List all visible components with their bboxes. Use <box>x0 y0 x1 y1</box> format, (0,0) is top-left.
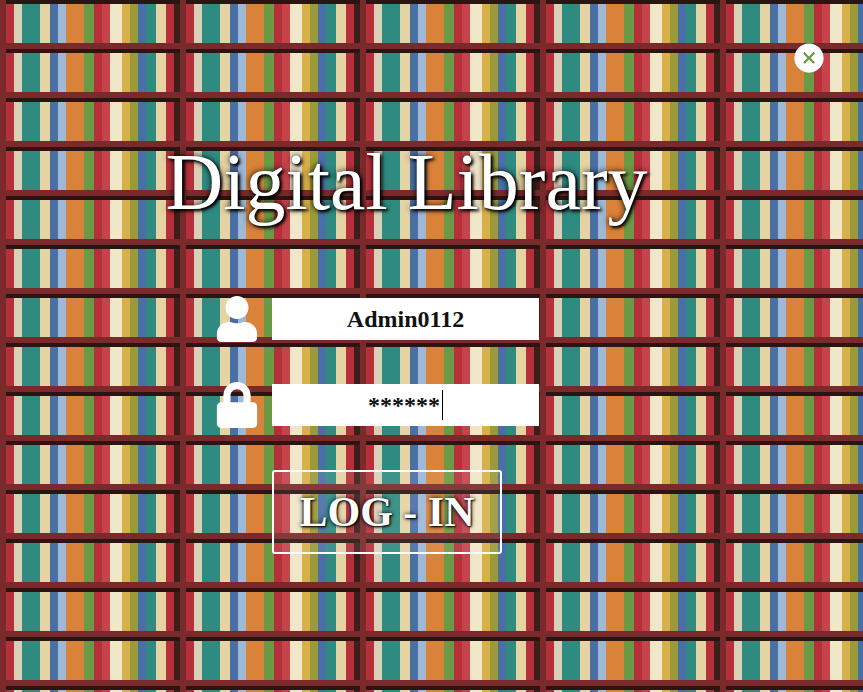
password-row: ****** <box>212 380 539 430</box>
login-button[interactable]: LOG - IN <box>272 470 502 554</box>
app-title: Digital Library <box>0 140 813 224</box>
lock-icon <box>212 380 262 430</box>
username-field[interactable]: Admin0112 <box>272 298 539 340</box>
user-icon <box>212 294 262 344</box>
username-row: Admin0112 <box>212 294 539 344</box>
close-icon[interactable] <box>791 40 827 76</box>
text-caret <box>442 390 443 420</box>
login-screen: Digital Library Admin0112 ****** LOG - IN <box>0 0 863 692</box>
password-field[interactable]: ****** <box>272 384 539 426</box>
login-form: Admin0112 ****** LOG - IN <box>212 294 863 554</box>
